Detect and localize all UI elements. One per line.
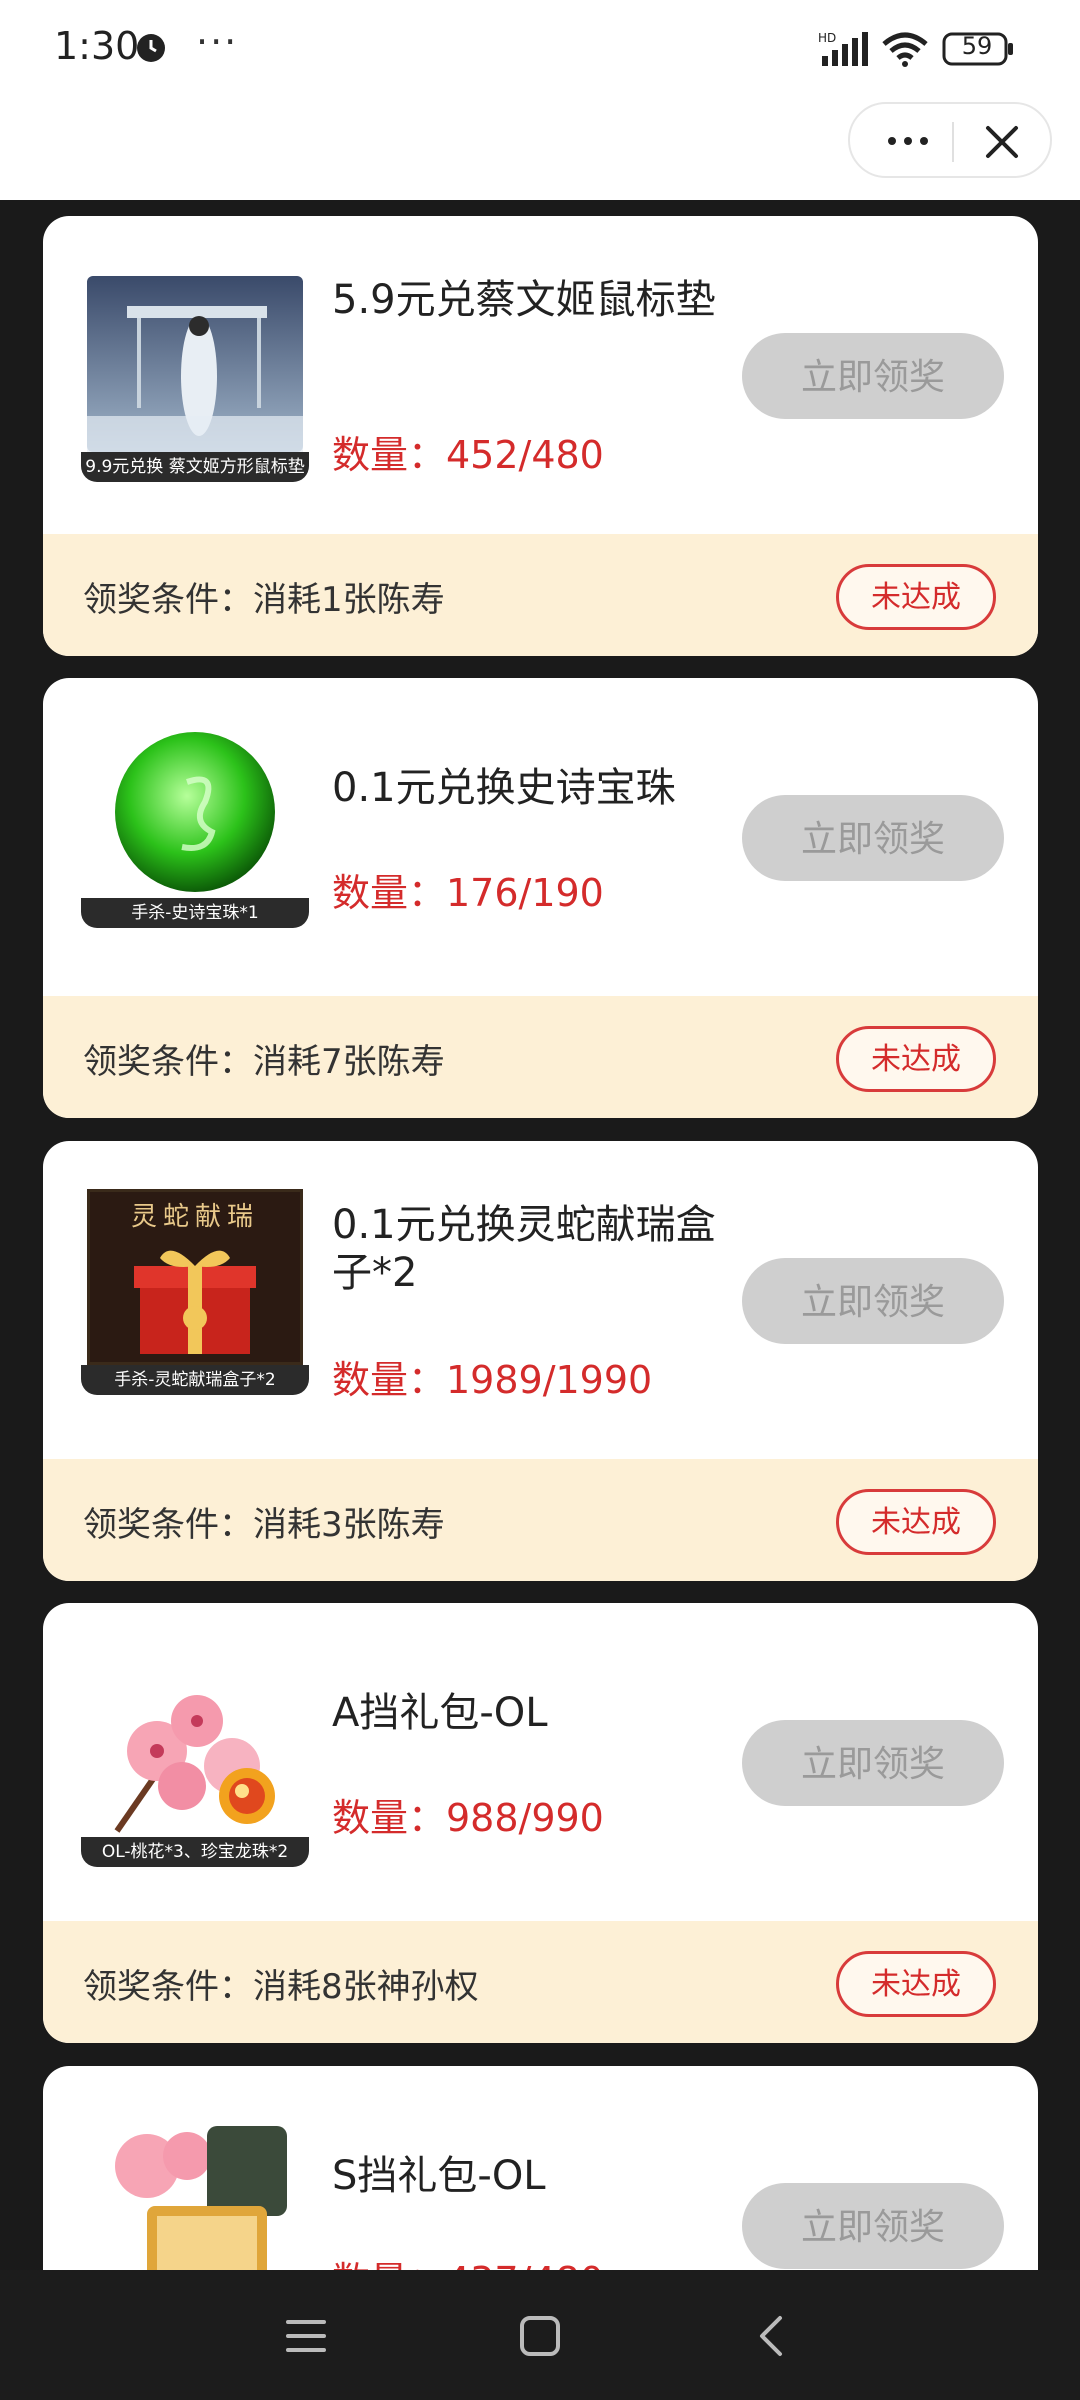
status-badge[interactable]: 未达成 xyxy=(836,1026,996,1092)
reward-card: 9.9元兑换 蔡文姬方形鼠标垫 5.9元兑蔡文姬鼠标垫 数量：452/480 立… xyxy=(43,216,1038,656)
condition-bar: 领奖条件：消耗8张神孙权 未达成 xyxy=(43,1921,1038,2043)
close-icon[interactable] xyxy=(976,116,1028,168)
status-badge[interactable]: 未达成 xyxy=(836,564,996,630)
reward-thumbnail: 手杀-史诗宝珠*1 xyxy=(81,722,309,928)
signal-icon: HD xyxy=(818,31,868,66)
condition-bar: 领奖条件：消耗3张陈寿 未达成 xyxy=(43,1459,1038,1581)
wifi-icon xyxy=(882,32,928,67)
thumbnail-caption: 手杀-灵蛇献瑞盒子*2 xyxy=(81,1365,309,1395)
claim-condition: 领奖条件：消耗1张陈寿 xyxy=(83,580,445,620)
reward-title: 5.9元兑蔡文姬鼠标垫 xyxy=(332,277,716,323)
condition-bar: 领奖条件：消耗1张陈寿 未达成 xyxy=(43,534,1038,656)
status-badge[interactable]: 未达成 xyxy=(836,1489,996,1555)
clock: 1:30 xyxy=(54,24,140,68)
capsule-menu xyxy=(848,102,1052,178)
reward-quantity: 数量：437/480 xyxy=(332,2250,604,2270)
system-nav-bar xyxy=(0,2270,1080,2400)
hd-label: HD xyxy=(818,31,836,45)
gift-pack-image xyxy=(115,2126,287,2270)
battery-level: 59 xyxy=(961,32,993,60)
reward-card: 灵蛇献瑞 手杀-灵蛇献瑞盒子*2 0.1元兑换灵蛇献瑞盒子*2 数量：1989/… xyxy=(43,1141,1038,1581)
app-header xyxy=(0,100,1080,200)
claim-button[interactable]: 立即领奖 xyxy=(742,2183,1004,2269)
thumbnail-caption: 9.9元兑换 蔡文姬方形鼠标垫 xyxy=(81,452,309,482)
alarm-icon xyxy=(137,34,165,62)
more-icon[interactable] xyxy=(878,114,938,168)
mousepad-image xyxy=(87,276,303,452)
status-bar: 1:30 ··· HD 59 xyxy=(0,0,1080,100)
claim-condition: 领奖条件：消耗7张陈寿 xyxy=(83,1042,445,1082)
reward-quantity: 数量：176/190 xyxy=(332,871,604,915)
thumbnail-title: 灵蛇献瑞 xyxy=(130,1202,259,1232)
reward-quantity: 数量：1989/1990 xyxy=(332,1358,653,1402)
claim-condition: 领奖条件：消耗3张陈寿 xyxy=(83,1505,445,1545)
claim-button[interactable]: 立即领奖 xyxy=(742,1720,1004,1806)
reward-quantity: 数量：452/480 xyxy=(332,433,604,477)
capsule-divider xyxy=(952,122,954,162)
thumbnail-caption: 手杀-史诗宝珠*1 xyxy=(81,898,309,928)
reward-thumbnail xyxy=(81,2116,309,2270)
reward-quantity: 数量：988/990 xyxy=(332,1796,604,1840)
peach-blossom-image xyxy=(114,1695,275,1833)
reward-thumbnail: 灵蛇献瑞 手杀-灵蛇献瑞盒子*2 xyxy=(81,1189,309,1395)
reward-title: A挡礼包-OL xyxy=(332,1690,548,1736)
status-more-icon: ··· xyxy=(196,20,239,64)
reward-card: OL-桃花*3、珍宝龙珠*2 A挡礼包-OL 数量：988/990 立即领奖 领… xyxy=(43,1603,1038,2043)
reward-thumbnail: OL-桃花*3、珍宝龙珠*2 xyxy=(81,1661,309,1867)
gift-box-image: 灵蛇献瑞 xyxy=(87,1189,303,1365)
thumbnail-caption: OL-桃花*3、珍宝龙珠*2 xyxy=(81,1837,309,1867)
claim-button[interactable]: 立即领奖 xyxy=(742,333,1004,419)
reward-title: 0.1元兑换史诗宝珠 xyxy=(332,765,676,811)
condition-bar: 领奖条件：消耗7张陈寿 未达成 xyxy=(43,996,1038,1118)
reward-card: S挡礼包-OL 数量：437/480 立即领奖 xyxy=(43,2066,1038,2270)
status-badge[interactable]: 未达成 xyxy=(836,1951,996,2017)
reward-title: S挡礼包-OL xyxy=(332,2153,546,2199)
claim-button[interactable]: 立即领奖 xyxy=(742,1258,1004,1344)
reward-thumbnail: 9.9元兑换 蔡文姬方形鼠标垫 xyxy=(81,276,309,482)
gift-icon xyxy=(134,1250,256,1354)
back-icon[interactable] xyxy=(750,2312,798,2360)
reward-list[interactable]: 9.9元兑换 蔡文姬方形鼠标垫 5.9元兑蔡文姬鼠标垫 数量：452/480 立… xyxy=(0,200,1080,2270)
epic-orb-image xyxy=(115,732,275,892)
menu-icon[interactable] xyxy=(282,2312,330,2360)
home-icon[interactable] xyxy=(516,2312,564,2360)
claim-button[interactable]: 立即领奖 xyxy=(742,795,1004,881)
reward-title: 0.1元兑换灵蛇献瑞盒子*2 xyxy=(332,1202,716,1296)
claim-condition: 领奖条件：消耗8张神孙权 xyxy=(83,1967,479,2007)
reward-card: 手杀-史诗宝珠*1 0.1元兑换史诗宝珠 数量：176/190 立即领奖 领奖条… xyxy=(43,678,1038,1118)
